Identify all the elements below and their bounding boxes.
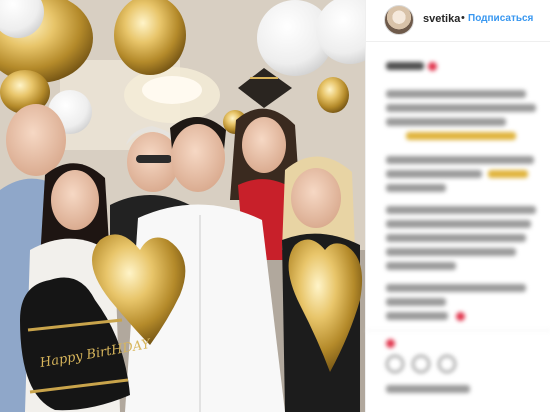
avatar[interactable] [384, 5, 414, 35]
post-header: svetika • Подписаться [366, 0, 550, 42]
emoji-row [488, 170, 528, 178]
post-sidebar: svetika • Подписаться [365, 0, 550, 412]
share-icon[interactable] [438, 355, 456, 373]
comment-line [386, 248, 516, 256]
comment-line [386, 312, 448, 320]
username-link[interactable]: svetika [423, 13, 460, 25]
comment-line [386, 170, 482, 178]
header-separator: • [461, 12, 465, 24]
comment-line [386, 298, 446, 306]
emoji-row [406, 132, 516, 140]
comment-line [386, 284, 526, 292]
comment-line [386, 156, 534, 164]
heart-emoji [456, 312, 465, 321]
follow-button[interactable]: Подписаться [468, 13, 533, 24]
comment-line [386, 220, 531, 228]
heart-emoji [386, 339, 395, 348]
comment-line [386, 234, 526, 242]
post-photo[interactable]: Happy BirtHDAY [0, 0, 365, 412]
comment-line [386, 206, 536, 214]
heart-icon[interactable] [386, 355, 404, 373]
comment-line [386, 184, 446, 192]
chandelier [124, 67, 220, 123]
comment-line [386, 118, 506, 126]
comment-icon[interactable] [412, 355, 430, 373]
comment-line [386, 90, 526, 98]
heart-emoji [428, 62, 437, 71]
likes-count [386, 385, 470, 393]
comment-line [386, 104, 536, 112]
post-actions [366, 330, 550, 413]
caption-author [386, 62, 424, 70]
photo-illustration: Happy BirtHDAY [0, 0, 365, 412]
comment-line [386, 262, 456, 270]
